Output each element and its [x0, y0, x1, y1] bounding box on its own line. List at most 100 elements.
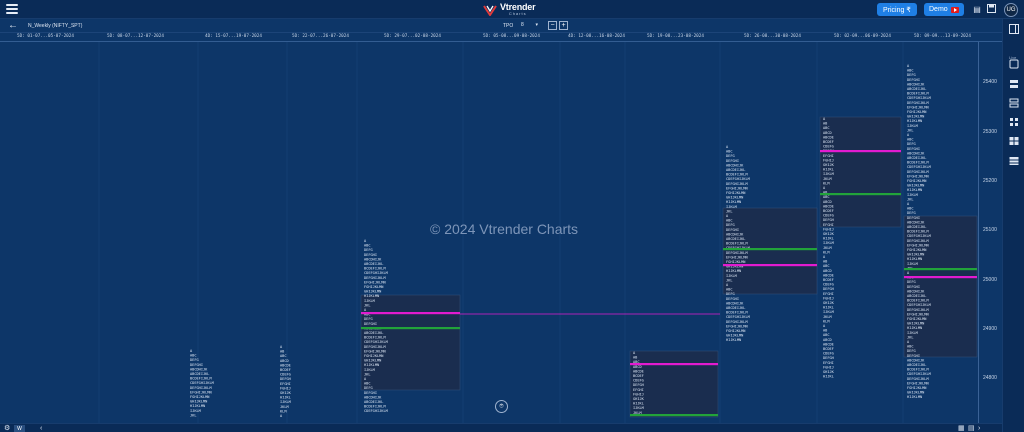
tpo-column-week11: GHIJKLMN — [907, 115, 924, 119]
grid-view-icon[interactable]: ▦ — [958, 424, 965, 432]
tpo-column-week5: FGHIJKLMN — [364, 354, 383, 358]
tpo-column-week10: FGHIJ — [823, 296, 834, 300]
scroll-right-icon[interactable]: › — [978, 424, 980, 432]
chart-toolbar: ← N_Weekly (NIFTY_SPT) TPO 8 − + — [0, 19, 1002, 33]
screenshot-button[interactable]: ⌾ — [495, 400, 508, 413]
price-tick: 24800 — [983, 375, 997, 381]
tpo-column-week10: BCDEF — [823, 209, 834, 213]
tpo-column-week11: ABCDHIJK — [907, 82, 925, 86]
scroll-left-icon[interactable]: ‹ — [40, 424, 42, 432]
tpo-column-week2: JKLM — [280, 405, 289, 409]
tpo-column-week10: ABCD — [823, 338, 832, 342]
tpo-column-week10: DEFGH — [823, 356, 834, 360]
tpo-column-week11: BCDEFIJKLM — [907, 92, 929, 96]
tpo-column-week1: GHIJKLMN — [190, 400, 207, 404]
tpo-column-week11: JKL — [907, 197, 914, 201]
tpo-column-week9: BCDEFIJKLM — [726, 242, 748, 246]
tpo-column-week5: ABCDEIJKL — [364, 331, 383, 335]
tpo-column-week11: FGHIJKLMN — [907, 248, 926, 252]
pricing-button[interactable]: Pricing ₹ — [877, 3, 917, 16]
market-profile-chart[interactable]: A ABC DEFG DEFGHI ABCDHIJK ABCDEIJKL BCDEFIJKL… — [0, 42, 978, 423]
tpo-column-week1: JKL — [190, 413, 197, 417]
tpo-column-week11: JKL — [907, 335, 914, 339]
tpo-column-week2: AB — [280, 350, 284, 354]
tpo-column-week10: KLM — [823, 181, 830, 185]
tpo-column-week5: EFGHIJKLMN — [364, 280, 386, 284]
tpo-column-week11: ABCDHIJK — [907, 358, 925, 362]
tpo-column-week10: ABC — [823, 264, 830, 268]
tpo-column-week10: KLM — [823, 250, 830, 254]
poc-line — [361, 312, 460, 315]
tpo-column-week11: DEFGHI — [907, 354, 920, 358]
tpo-column-week11: HIJKLMN — [907, 188, 922, 192]
layers-icon[interactable] — [1009, 79, 1019, 89]
demo-button[interactable]: Demo — [924, 3, 964, 16]
user-avatar[interactable]: UG — [1004, 3, 1018, 17]
tpo-column-week10: ABCDE — [823, 273, 834, 277]
menu-icon[interactable] — [6, 4, 18, 14]
poc-line — [904, 276, 977, 279]
tpo-column-week10: ABCDE — [823, 204, 834, 208]
tpo-column-week11: ABCDEIJKL — [907, 225, 926, 229]
tpo-column-week5: JKL — [364, 303, 371, 307]
grid-icon[interactable] — [1009, 117, 1019, 127]
tpo-column-week10: HIJKL — [823, 375, 834, 379]
tpo-column-week11: A — [907, 202, 910, 206]
tpo-column-week5: FGHIJKLMN — [364, 285, 383, 289]
tpo-column-week9: GHIJKLMN — [726, 334, 743, 338]
vwap-line — [630, 414, 718, 417]
tpo-column-week11: FGHIJKLMN — [907, 386, 926, 390]
tpo-column-week1: IJKLM — [190, 409, 202, 413]
tpo-column-week10: DEFGH — [823, 287, 834, 291]
tpo-column-week11: ABCDHIJK — [907, 220, 925, 224]
tpo-column-week11: DEFG — [907, 73, 916, 77]
tpo-column-week11: CDEFGHIJKLM — [907, 234, 932, 238]
tpo-column-week11: DEFGHI — [907, 147, 920, 151]
tpo-size-select[interactable]: 8 — [518, 21, 540, 30]
tpo-column-week9: DEFG — [726, 154, 735, 158]
tpo-column-week11: ABCDEIJKL — [907, 87, 926, 91]
sidebar-toggle-icon[interactable] — [1009, 24, 1019, 34]
tools-icon[interactable] — [1009, 98, 1019, 108]
tpo-column-week9: ABCDEIJKL — [726, 168, 745, 172]
tpo-column-week11: GHIJKLMN — [907, 391, 924, 395]
tpo-column-week11: ABC — [907, 345, 914, 349]
zoom-out-button[interactable]: − — [548, 21, 557, 30]
tpo-column-week10: AB — [823, 329, 827, 333]
tpo-column-week5: A — [364, 239, 367, 243]
tpo-column-week11: DEFG — [907, 211, 916, 215]
tpo-column-week11: DEFGHI — [907, 216, 920, 220]
tpo-column-week11: GHIJKLMN — [907, 322, 924, 326]
tpo-column-week10: GHIJK — [823, 163, 835, 167]
tpo-column-week10: ABC — [823, 126, 830, 130]
table-alt-icon[interactable] — [1009, 156, 1019, 166]
brand-sub: Charts — [508, 11, 527, 16]
square-tool-icon[interactable] — [1009, 59, 1019, 69]
save-icon[interactable] — [986, 4, 996, 15]
tpo-column-week11: EFGHIJKLMN — [907, 243, 929, 247]
tpo-column-week11: GHIJKLMN — [907, 253, 924, 257]
tpo-column-week11: DEFGHIJKLM — [907, 239, 929, 243]
tpo-column-week11: ABCDEIJKL — [907, 363, 926, 367]
tpo-column-week11: CDEFGHIJKLM — [907, 372, 932, 376]
tpo-column-week11: FGHIJKLMN — [907, 317, 926, 321]
period-label: 5D: 02-09...06-09-2024 — [834, 34, 891, 39]
tpo-column-week2: ABCDE — [280, 363, 291, 367]
brand-logo[interactable]: Vtrender Charts — [483, 1, 536, 18]
tpo-column-week10: BCDEF — [823, 347, 834, 351]
tpo-column-week1: ABC — [190, 354, 197, 358]
tpo-column-week9: BCDEFIJKLM — [726, 311, 748, 315]
tpo-column-week10: HIJKL — [823, 168, 834, 172]
tpo-column-week9: HIJKLMN — [726, 269, 741, 273]
document-icon[interactable]: ▤ — [972, 4, 982, 15]
table-icon[interactable] — [1009, 136, 1019, 146]
zoom-in-button[interactable]: + — [559, 21, 568, 30]
settings-gear-icon[interactable]: ⚙ — [4, 424, 10, 432]
tpo-column-week9: EFGHIJKLMN — [726, 255, 748, 259]
back-arrow-icon[interactable]: ← — [8, 19, 18, 33]
list-view-icon[interactable]: ▤ — [968, 424, 975, 432]
weekly-toggle[interactable]: W — [14, 425, 25, 432]
tpo-column-week11: EFGHIJKLMN — [907, 174, 929, 178]
watermark: © 2024 Vtrender Charts — [430, 221, 579, 237]
period-label: 4D: 12-08...16-08-2024 — [568, 34, 625, 39]
